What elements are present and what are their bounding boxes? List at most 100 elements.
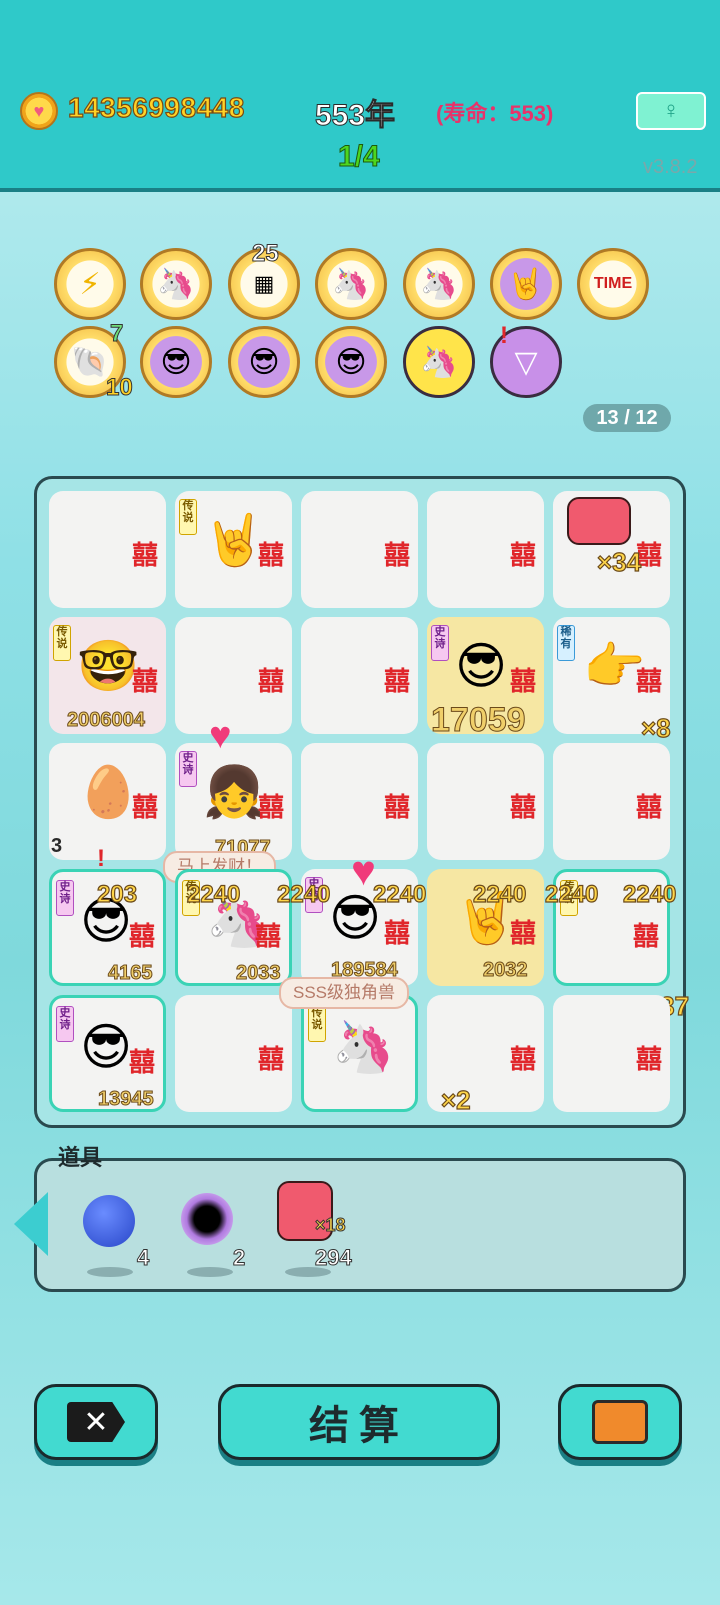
- meditate-icon: ♀: [662, 97, 680, 124]
- pill-box-icon: ▦: [253, 271, 275, 296]
- skill-time-magazine[interactable]: TIME: [577, 248, 649, 320]
- skirt-icon: ▽: [514, 345, 538, 379]
- unicorn-icon: 🦄: [420, 267, 458, 301]
- green-hat-face-icon: 😎: [335, 345, 367, 379]
- double-happiness-icon: 囍: [509, 540, 536, 570]
- scroll-left-arrow[interactable]: [14, 1192, 48, 1256]
- ingot-value: 2240: [276, 880, 331, 908]
- cell-value: 17059: [431, 701, 527, 740]
- item-multiplier: ×18: [315, 1215, 347, 1236]
- close-button[interactable]: ✕: [34, 1384, 158, 1460]
- blueberry-icon[interactable]: [83, 1195, 135, 1247]
- board-cell[interactable]: 囍 ×2: [427, 995, 544, 1116]
- board-cell[interactable]: 传说 🤓 囍 2006004: [49, 617, 166, 734]
- unicorn-icon: 🦄: [332, 1019, 395, 1075]
- double-happiness-icon: 囍: [257, 540, 284, 570]
- board-cell[interactable]: 史诗 😎 囍 13945: [49, 995, 166, 1112]
- double-happiness-icon: 囍: [257, 792, 284, 822]
- double-happiness-icon: 囍: [131, 792, 158, 822]
- cell-value: 2032: [483, 959, 528, 982]
- close-icon: ✕: [67, 1402, 125, 1442]
- liver-icon: [567, 497, 631, 545]
- cell-value: 2033: [236, 962, 281, 985]
- settle-label: 结算: [309, 1404, 409, 1448]
- ingot-value: 2240: [622, 880, 677, 908]
- double-happiness-icon: 囍: [632, 921, 659, 951]
- green-hat-face-icon: 😎: [248, 345, 280, 379]
- board-cell[interactable]: 囍: [301, 617, 418, 734]
- double-happiness-icon: 囍: [383, 666, 410, 696]
- board-cell[interactable]: 囍: [427, 743, 544, 860]
- ingot-value: 2240: [372, 880, 427, 908]
- pointer-multiplier: ×8: [640, 712, 671, 743]
- ingot-value: 2240: [544, 880, 599, 908]
- skill-unicorn-3[interactable]: 🦄: [403, 248, 475, 320]
- stage-progress: 1/4: [338, 140, 381, 174]
- item-shadow: [87, 1267, 133, 1277]
- ingot-value: 203: [96, 880, 138, 908]
- double-happiness-icon: 囍: [635, 666, 662, 696]
- alert-icon: !: [97, 845, 105, 872]
- board-cell[interactable]: 囍: [427, 491, 544, 608]
- rarity-tag-rare: 稀有: [557, 625, 575, 661]
- skill-unicorn-yellow[interactable]: 🦄: [403, 326, 475, 398]
- board-cell[interactable]: 🥚 囍 3: [49, 743, 166, 860]
- board-cell[interactable]: 囍: [175, 995, 292, 1112]
- skill-unicorn-1[interactable]: 🦄: [140, 248, 212, 320]
- board-cell[interactable]: 囍: [553, 743, 670, 860]
- lightning-icon: ⚡: [79, 267, 101, 301]
- board-cell[interactable]: 囍: [301, 491, 418, 608]
- board-cell[interactable]: 囍: [301, 743, 418, 860]
- double-happiness-icon: 囍: [509, 918, 536, 948]
- cell-value: 2006004: [67, 709, 146, 732]
- egg-icon: 🥚: [77, 764, 140, 820]
- board-cell[interactable]: 囍: [175, 617, 292, 734]
- unicorn-icon: 🦄: [157, 267, 195, 301]
- settle-button[interactable]: 结算: [218, 1384, 500, 1460]
- rarity-tag-epic: 史诗: [56, 880, 74, 916]
- item-shadow: [187, 1267, 233, 1277]
- board-cell[interactable]: 史诗 👧 囍 71077: [175, 743, 292, 860]
- double-happiness-icon: 囍: [131, 540, 158, 570]
- alert-icon: !: [500, 322, 508, 349]
- board-cell[interactable]: 囍: [553, 995, 670, 1112]
- rarity-tag-epic: 史诗: [431, 625, 449, 661]
- bag-button[interactable]: [558, 1384, 682, 1460]
- board-cell[interactable]: 传说 🤘 囍: [175, 491, 292, 608]
- board-cell[interactable]: 囍: [49, 491, 166, 608]
- double-happiness-icon: 囍: [509, 792, 536, 822]
- rarity-tag-epic: 史诗: [56, 1006, 74, 1042]
- version-label: v3.8.2: [643, 156, 698, 178]
- meditate-button[interactable]: ♀: [636, 92, 706, 130]
- king-face-icon: 🤓: [77, 638, 140, 694]
- double-happiness-icon: 囍: [635, 792, 662, 822]
- briefcase-icon: [592, 1400, 648, 1444]
- shell-bottom-count: 10: [106, 374, 134, 402]
- board-cell[interactable]: 传说 🦄: [301, 995, 418, 1112]
- items-panel: 4 2 ×18 294: [34, 1158, 686, 1292]
- skill-counter: 13 / 12: [583, 404, 671, 432]
- skill-math-face-1[interactable]: 😎: [140, 326, 212, 398]
- ingot-value: 2240: [472, 880, 527, 908]
- board-cell[interactable]: 囍 ×34: [553, 491, 670, 608]
- skill-rock-hand[interactable]: 🤘: [490, 248, 562, 320]
- black-hole-icon[interactable]: [181, 1193, 233, 1245]
- skill-unicorn-2[interactable]: 🦄: [315, 248, 387, 320]
- shell-icon: 🐚: [71, 345, 109, 379]
- liver-multiplier: ×2: [440, 1084, 471, 1115]
- double-happiness-icon: 囍: [257, 666, 284, 696]
- unicorn-icon: 🦄: [420, 345, 458, 379]
- double-happiness-icon: 囍: [128, 1047, 155, 1077]
- heart-icon: ♥: [209, 715, 232, 757]
- game-board: 囍 传说 🤘 囍 囍 囍 囍 ×34 传说 🤓 囍 2006004 囍 囍 史诗…: [34, 476, 690, 1128]
- skill-math-face-3[interactable]: 😎: [315, 326, 387, 398]
- rarity-tag-legend: 传说: [53, 625, 71, 661]
- rarity-tag-legend: 传说: [308, 1006, 326, 1042]
- skill-math-face-2[interactable]: 😎: [228, 326, 300, 398]
- skill-lightning[interactable]: ⚡: [54, 248, 126, 320]
- board-cell[interactable]: 史诗 😎 囍 17059: [427, 617, 544, 740]
- item-count: 4: [136, 1245, 150, 1271]
- cell-value: 13945: [98, 1088, 155, 1111]
- double-happiness-icon: 囍: [509, 666, 536, 696]
- speech-bubble: SSS级独角兽: [279, 977, 410, 1009]
